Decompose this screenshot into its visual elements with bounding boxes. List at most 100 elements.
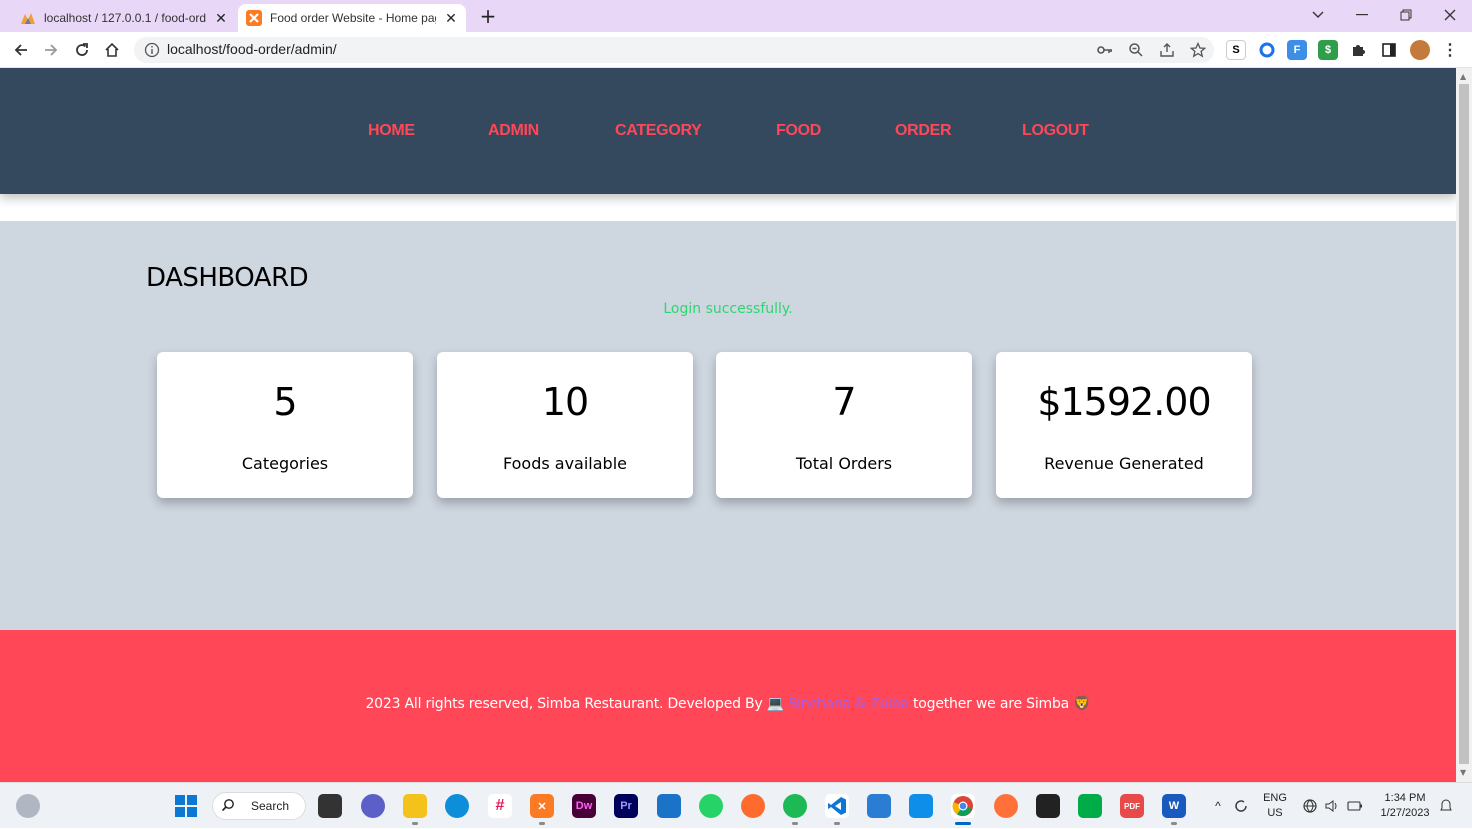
running-indicator <box>539 822 545 825</box>
running-indicator <box>834 822 840 825</box>
page-scrollbar[interactable]: ▲ ▼ <box>1456 68 1472 782</box>
reload-button[interactable] <box>70 38 94 62</box>
categories-card: 5 Categories <box>157 352 413 498</box>
clock-time: 1:34 PM <box>1384 792 1426 804</box>
scroll-up-arrow-icon[interactable]: ▲ <box>1460 72 1468 81</box>
language-indicator[interactable]: ENG US <box>1258 783 1292 829</box>
forward-button[interactable] <box>39 38 63 62</box>
nav-admin[interactable]: ADMIN <box>488 122 539 140</box>
orders-card: 7 Total Orders <box>716 352 972 498</box>
show-hidden-icons-icon[interactable]: ^ <box>1208 783 1228 829</box>
dashboard-section: DASHBOARD Login successfully. 5 Categori… <box>0 221 1456 630</box>
tab-phpmyadmin[interactable]: localhost / 127.0.0.1 / food-order ✕ <box>12 4 236 32</box>
spotify-icon[interactable] <box>783 794 807 818</box>
edge-icon[interactable] <box>445 794 469 818</box>
nav-logout[interactable]: LOGOUT <box>1022 122 1089 140</box>
word-icon[interactable]: W <box>1162 794 1186 818</box>
categories-count: 5 <box>273 380 297 424</box>
close-window-button[interactable] <box>1430 0 1470 30</box>
site-info-icon[interactable] <box>144 42 160 58</box>
running-indicator <box>792 822 798 825</box>
extension-s-icon[interactable]: S <box>1226 40 1246 60</box>
page-viewport: HOME ADMIN CATEGORY FOOD ORDER LOGOUT DA… <box>0 68 1456 782</box>
extension-fi-icon[interactable]: F <box>1287 40 1307 60</box>
compass-app-icon[interactable] <box>741 794 765 818</box>
nav-order[interactable]: ORDER <box>895 122 952 140</box>
notifications-icon[interactable] <box>1438 783 1454 829</box>
home-button[interactable] <box>100 38 124 62</box>
share-icon[interactable] <box>1158 41 1176 59</box>
restore-button[interactable] <box>1386 0 1426 30</box>
orders-label: Total Orders <box>795 454 893 473</box>
footer-tagline: together we are Simba <box>913 696 1070 712</box>
zoom-icon[interactable] <box>1127 41 1145 59</box>
footer-copyright: 2023 All rights reserved, Simba Restaura… <box>365 696 763 712</box>
tab-title: Food order Website - Home page <box>270 11 436 25</box>
nav-food[interactable]: FOOD <box>776 122 821 140</box>
orders-count: 7 <box>832 380 856 424</box>
slack-icon[interactable]: # <box>488 794 512 818</box>
start-windows-icon[interactable] <box>174 794 198 818</box>
bookmark-star-icon[interactable] <box>1189 41 1207 59</box>
battery-icon[interactable] <box>1344 783 1366 829</box>
xampp-taskbar-icon[interactable]: ✕ <box>530 794 554 818</box>
browser-tab-bar: localhost / 127.0.0.1 / food-order ✕ Foo… <box>0 0 1472 32</box>
chrome-icon[interactable] <box>951 794 975 818</box>
new-tab-button[interactable]: + <box>478 4 498 28</box>
side-panel-icon[interactable] <box>1379 40 1399 60</box>
teams-chat-icon[interactable] <box>361 794 385 818</box>
revenue-label: Revenue Generated <box>1044 454 1204 473</box>
close-tab-icon[interactable]: ✕ <box>442 9 460 27</box>
back-button[interactable] <box>9 38 33 62</box>
extension-blue-ring-icon[interactable] <box>1257 40 1277 60</box>
volume-icon[interactable] <box>1322 783 1342 829</box>
extensions-puzzle-icon[interactable] <box>1348 40 1368 60</box>
vscode-icon[interactable] <box>825 794 849 818</box>
whatsapp-icon[interactable] <box>699 794 723 818</box>
weather-widget-icon[interactable] <box>16 794 40 818</box>
profile-avatar[interactable] <box>1410 40 1430 60</box>
revenue-amount: $1592.00 <box>1037 380 1211 424</box>
notepad-icon[interactable] <box>867 794 891 818</box>
xampp-icon <box>246 10 262 26</box>
lion-icon: 🦁 <box>1073 696 1091 712</box>
taskbar-search[interactable]: Search <box>212 792 306 820</box>
clock[interactable]: 1:34 PM 1/27/2023 <box>1372 783 1438 829</box>
tab-search-icon[interactable] <box>1298 0 1338 30</box>
premiere-icon[interactable]: Pr <box>614 794 638 818</box>
windows-taskbar: Search # ✕ Dw Pr PDF W ^ ENG US 1:34 PM … <box>0 782 1472 828</box>
page-title: DASHBOARD <box>146 263 309 293</box>
google-meet-icon[interactable] <box>1078 794 1102 818</box>
active-app-indicator <box>955 822 971 825</box>
address-bar[interactable]: localhost/food-order/admin/ <box>134 37 1214 63</box>
sticky-notes-icon[interactable] <box>1036 794 1060 818</box>
sync-icon[interactable] <box>1230 783 1252 829</box>
phpmyadmin-icon <box>20 10 36 26</box>
password-key-icon[interactable] <box>1096 41 1114 59</box>
dreamweaver-icon[interactable]: Dw <box>572 794 596 818</box>
clock-date: 1/27/2023 <box>1380 807 1430 819</box>
region-code: US <box>1267 807 1283 819</box>
pdf-reader-icon[interactable]: PDF <box>1120 794 1144 818</box>
nav-category[interactable]: CATEGORY <box>615 122 702 140</box>
file-explorer-icon[interactable] <box>403 794 427 818</box>
categories-label: Categories <box>241 454 329 473</box>
scroll-down-arrow-icon[interactable]: ▼ <box>1460 768 1468 777</box>
teamviewer-icon[interactable] <box>909 794 933 818</box>
firefox-icon[interactable] <box>994 794 1018 818</box>
revenue-card: $1592.00 Revenue Generated <box>996 352 1252 498</box>
tab-food-order[interactable]: Food order Website - Home page ✕ <box>238 4 466 32</box>
scrollbar-thumb[interactable] <box>1459 84 1469 764</box>
search-icon <box>221 798 235 812</box>
extension-dollar-icon[interactable]: $ <box>1318 40 1338 60</box>
chrome-menu-icon[interactable]: ⋮ <box>1440 40 1460 60</box>
close-tab-icon[interactable]: ✕ <box>212 9 230 27</box>
search-label: Search <box>251 799 290 813</box>
minimize-button[interactable] <box>1342 0 1382 30</box>
remote-desktop-icon[interactable] <box>657 794 681 818</box>
footer-developers-link[interactable]: Sinchana & Zaiba <box>788 696 909 712</box>
nav-home[interactable]: HOME <box>368 122 415 140</box>
task-view-icon[interactable] <box>318 794 342 818</box>
foods-card: 10 Foods available <box>437 352 693 498</box>
network-icon[interactable] <box>1300 783 1320 829</box>
